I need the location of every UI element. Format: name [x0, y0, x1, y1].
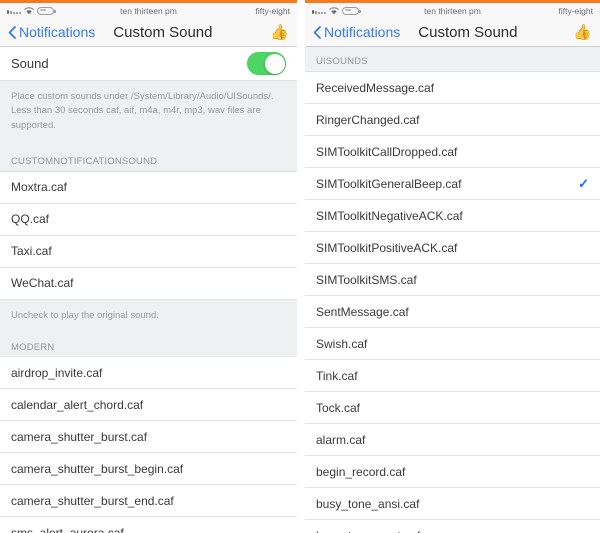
sound-name: camera_shutter_burst_begin.caf [11, 461, 184, 476]
sound-name: sms_alert_aurora.caf [11, 525, 124, 533]
sound-name: SIMToolkitPositiveACK.caf [316, 240, 458, 255]
sound-name: begin_record.caf [316, 464, 406, 479]
list-item[interactable]: SIMToolkitCallDropped.caf [305, 136, 600, 168]
list-item[interactable]: Swish.caf [305, 328, 600, 360]
status-bar-left: ten thirteen pm fifty-eight [0, 3, 297, 18]
thumbs-up-icon[interactable]: 👍 [573, 25, 592, 40]
status-left-group [7, 6, 56, 15]
nav-bar-right: Notifications Custom Sound 👍 [305, 18, 600, 47]
status-battery-label: fifty-eight [255, 5, 291, 16]
nav-bar-left: Notifications Custom Sound 👍 [0, 18, 297, 47]
status-left-group-right [312, 6, 361, 15]
sound-name: busy_tone_ansi.caf [316, 496, 420, 511]
list-item[interactable]: RingerChanged.caf [305, 104, 600, 136]
uisounds-list[interactable]: UISOUNDS ReceivedMessage.caf RingerChanged… [305, 47, 600, 533]
wifi-icon [24, 6, 34, 15]
thumbs-up-icon[interactable]: 👍 [270, 25, 289, 40]
section-header-custom: CUSTOMNOTIFICATIONSOUND [0, 146, 297, 172]
sound-name: SIMToolkitNegativeACK.caf [316, 208, 463, 223]
list-item[interactable]: busy_tone_ansi.caf [305, 488, 600, 520]
toggle-knob [264, 53, 285, 74]
list-item[interactable]: SIMToolkitNegativeACK.caf [305, 200, 600, 232]
list-item[interactable]: ReceivedMessage.caf [305, 72, 600, 104]
list-item[interactable]: Moxtra.caf [0, 171, 297, 204]
list-item[interactable]: camera_shutter_burst_end.caf [0, 485, 297, 517]
list-item[interactable]: SIMToolkitGeneralBeep.caf ✓ [305, 168, 600, 200]
list-item[interactable]: SIMToolkitSMS.caf [305, 264, 600, 296]
list-item[interactable]: WeChat.caf [0, 267, 297, 300]
sound-name: SIMToolkitSMS.caf [316, 272, 417, 287]
sound-name: Moxtra.caf [11, 180, 68, 195]
list-item[interactable]: calendar_alert_chord.caf [0, 389, 297, 421]
sound-name: camera_shutter_burst_end.caf [11, 493, 174, 508]
uncheck-note: Uncheck to play the original sound. [0, 299, 297, 333]
list-item[interactable]: SIMToolkitPositiveACK.caf [305, 232, 600, 264]
status-bar-right: ten thirteen pm fifty-eight [305, 3, 600, 18]
list-item[interactable]: sms_alert_aurora.caf [0, 517, 297, 533]
list-item[interactable]: QQ.caf [0, 203, 297, 236]
sound-row-label: Sound [11, 56, 49, 71]
checkmark-icon: ✓ [578, 176, 589, 191]
page-title: Custom Sound [113, 23, 213, 41]
back-button-label: Notifications [19, 24, 96, 40]
sound-name: WeChat.caf [11, 276, 74, 291]
sound-name: RingerChanged.caf [316, 112, 420, 127]
list-item[interactable]: Taxi.caf [0, 235, 297, 268]
list-item[interactable]: Tock.caf [305, 392, 600, 424]
status-battery-label: fifty-eight [558, 5, 594, 16]
sound-name: busy_tone_cept.caf [316, 529, 589, 533]
sound-name: camera_shutter_burst.caf [11, 429, 148, 444]
panel-divider [297, 0, 301, 533]
sound-toggle-row[interactable]: Sound [0, 47, 297, 81]
list-item[interactable]: begin_record.caf [305, 456, 600, 488]
list-item[interactable]: SentMessage.caf [305, 296, 600, 328]
chevron-left-icon [313, 25, 321, 39]
wifi-icon [329, 6, 339, 15]
battery-icon [37, 6, 56, 15]
left-settings-list[interactable]: Sound Place custom sounds under /System/L… [0, 47, 297, 533]
sound-name: SentMessage.caf [316, 304, 409, 319]
sound-name: QQ.caf [11, 212, 50, 227]
section-header-modern: MODERN [0, 333, 297, 357]
list-item[interactable]: camera_shutter_burst.caf [0, 421, 297, 453]
section-header-uisounds: UISOUNDS [305, 47, 600, 72]
dual-screenshot-container: ten thirteen pm fifty-eight Notification… [0, 0, 600, 533]
sound-name: SIMToolkitGeneralBeep.caf [316, 176, 462, 191]
signal-bars-icon [312, 7, 326, 14]
sound-name: Taxi.caf [11, 244, 52, 259]
back-button-label: Notifications [324, 24, 401, 40]
sound-toggle[interactable] [247, 52, 286, 75]
signal-bars-icon [7, 7, 21, 14]
list-item[interactable]: alarm.caf [305, 424, 600, 456]
sound-name: calendar_alert_chord.caf [11, 397, 144, 412]
sound-name: airdrop_invite.caf [11, 365, 103, 380]
back-button[interactable]: Notifications [8, 24, 95, 40]
right-phone-panel: ten thirteen pm fifty-eight Notification… [305, 0, 600, 533]
chevron-left-icon [8, 25, 16, 39]
sound-name: ReceivedMessage.caf [316, 80, 435, 95]
battery-icon [342, 6, 361, 15]
page-title: Custom Sound [418, 23, 518, 41]
sound-name: alarm.caf [316, 432, 366, 447]
sound-description: Place custom sounds under /System/Librar… [0, 81, 297, 147]
back-button[interactable]: Notifications [313, 24, 400, 40]
list-item[interactable]: busy_tone_cept.caf [305, 520, 600, 533]
sound-name: Tock.caf [316, 400, 361, 415]
list-item[interactable]: airdrop_invite.caf [0, 357, 297, 389]
list-item[interactable]: camera_shutter_burst_begin.caf [0, 453, 297, 485]
sound-name: Tink.caf [316, 368, 358, 383]
sound-name: SIMToolkitCallDropped.caf [316, 144, 458, 159]
left-phone-panel: ten thirteen pm fifty-eight Notification… [0, 0, 297, 533]
list-item[interactable]: Tink.caf [305, 360, 600, 392]
sound-name: Swish.caf [316, 336, 368, 351]
